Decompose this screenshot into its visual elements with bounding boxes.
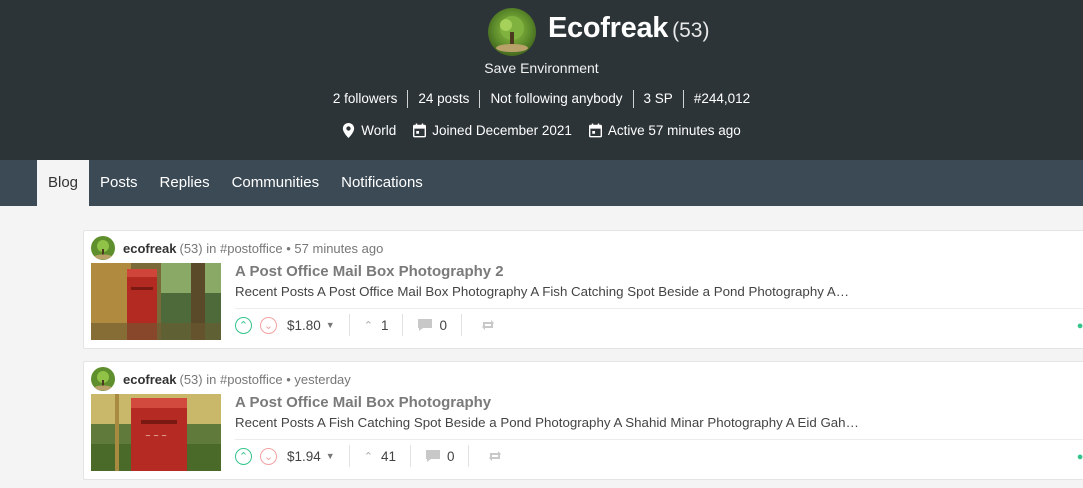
divider bbox=[348, 445, 350, 467]
tab-communities[interactable]: Communities bbox=[221, 160, 331, 206]
profile-name-row: Ecofreak (53) bbox=[548, 12, 709, 45]
votes-count[interactable]: ⌃ 41 bbox=[364, 449, 396, 464]
upvote-icon[interactable]: ⌃ bbox=[235, 316, 252, 334]
divider bbox=[402, 314, 404, 336]
tab-posts[interactable]: Posts bbox=[89, 160, 149, 206]
profile-stats: 2 followers 24 posts Not following anybo… bbox=[0, 90, 1083, 108]
post-thumbnail[interactable]: ~ ~ ~ bbox=[91, 394, 221, 471]
post-feed: ecofreak (53) in #postoffice • 57 minute… bbox=[83, 230, 1083, 488]
rank: #244,012 bbox=[682, 90, 760, 108]
comments-value: 0 bbox=[446, 448, 455, 464]
caret-down-icon: ▼ bbox=[325, 451, 335, 461]
joined: Joined December 2021 bbox=[413, 123, 572, 138]
community-link[interactable]: #postoffice bbox=[220, 372, 283, 387]
location: World bbox=[342, 123, 396, 138]
joined-text: Joined December 2021 bbox=[432, 123, 572, 138]
divider bbox=[409, 445, 411, 467]
post-summary[interactable]: Recent Posts A Post Office Mail Box Phot… bbox=[235, 284, 849, 299]
tab-blog[interactable]: Blog bbox=[37, 160, 90, 206]
post-title[interactable]: A Post Office Mail Box Photography 2 bbox=[235, 263, 504, 280]
downvote-icon[interactable]: ⌄ bbox=[260, 447, 277, 465]
votes-value: 41 bbox=[380, 448, 396, 464]
community-link[interactable]: #postoffice bbox=[220, 241, 283, 256]
profile-reputation: (53) bbox=[672, 19, 710, 42]
reblog-icon bbox=[489, 451, 502, 461]
divider bbox=[235, 308, 1083, 309]
divider bbox=[348, 314, 350, 336]
in-label: in bbox=[206, 240, 217, 256]
calendar-icon bbox=[588, 123, 602, 138]
comments-link[interactable]: 0 bbox=[425, 448, 455, 464]
svg-text:~ ~ ~: ~ ~ ~ bbox=[145, 432, 167, 440]
author-reputation: (53) bbox=[179, 371, 203, 387]
chevron-up-icon: ⌃ bbox=[363, 319, 373, 332]
comments-link[interactable]: 0 bbox=[417, 318, 447, 333]
post-time[interactable]: • 57 minutes ago bbox=[286, 241, 383, 256]
post-thumbnail[interactable] bbox=[91, 263, 221, 340]
payout-value: $1.94 bbox=[287, 448, 321, 464]
post-time[interactable]: • yesterday bbox=[286, 372, 351, 387]
reblog-icon bbox=[481, 320, 494, 330]
divider bbox=[468, 445, 470, 467]
comment-icon bbox=[418, 319, 433, 331]
comment-icon bbox=[425, 450, 440, 462]
calendar-icon bbox=[413, 123, 427, 138]
votes-value: 1 bbox=[380, 317, 389, 333]
in-label: in bbox=[206, 371, 217, 387]
followers-link[interactable]: 2 followers bbox=[323, 90, 408, 108]
post-header: ecofreak (53) in #postoffice • yesterday bbox=[91, 367, 351, 391]
caret-down-icon: ▼ bbox=[325, 320, 335, 330]
payout-value: $1.80 bbox=[287, 317, 321, 333]
location-text: World bbox=[361, 123, 397, 138]
chevron-up-icon: ⌃ bbox=[363, 450, 373, 463]
votes-count[interactable]: ⌃ 1 bbox=[364, 318, 389, 333]
author-avatar[interactable] bbox=[91, 236, 115, 260]
post-summary[interactable]: Recent Posts A Fish Catching Spot Beside… bbox=[235, 415, 859, 430]
avatar[interactable] bbox=[488, 8, 536, 56]
upvote-icon[interactable]: ⌃ bbox=[235, 447, 252, 465]
profile-tabs: Blog Posts Replies Communities Notificat… bbox=[0, 160, 1083, 206]
reblog-button[interactable] bbox=[480, 318, 496, 332]
post-actions: ⌃ ⌄ $1.80 ▼ ⌃ 1 0 bbox=[235, 313, 496, 337]
more-icon[interactable]: ●● bbox=[1077, 320, 1083, 332]
active-text: Active 57 minutes ago bbox=[607, 123, 741, 138]
profile-header: Ecofreak (53) Save Environment 2 follower… bbox=[0, 0, 1083, 160]
post-card: ecofreak (53) in #postoffice • yesterday… bbox=[83, 361, 1083, 480]
profile-name: Ecofreak bbox=[548, 12, 669, 44]
steem-power: 3 SP bbox=[632, 90, 683, 108]
payout-dropdown[interactable]: $1.80 ▼ bbox=[287, 318, 335, 333]
profile-meta: World Joined December 2021 Active 57 min… bbox=[0, 123, 1083, 138]
author-avatar[interactable] bbox=[91, 367, 115, 391]
tab-replies[interactable]: Replies bbox=[149, 160, 221, 206]
last-active: Active 57 minutes ago bbox=[588, 123, 741, 138]
post-card: ecofreak (53) in #postoffice • 57 minute… bbox=[83, 230, 1083, 349]
divider bbox=[235, 439, 1083, 440]
author-reputation: (53) bbox=[179, 240, 203, 256]
payout-dropdown[interactable]: $1.94 ▼ bbox=[287, 449, 335, 464]
posts-count: 24 posts bbox=[407, 90, 479, 108]
post-header: ecofreak (53) in #postoffice • 57 minute… bbox=[91, 236, 383, 260]
author-name[interactable]: ecofreak bbox=[123, 372, 176, 387]
reblog-button[interactable] bbox=[487, 449, 503, 463]
post-actions: ⌃ ⌄ $1.94 ▼ ⌃ 41 0 bbox=[235, 444, 503, 468]
more-icon[interactable]: ●● bbox=[1077, 451, 1083, 463]
post-title[interactable]: A Post Office Mail Box Photography bbox=[235, 394, 491, 411]
downvote-icon[interactable]: ⌄ bbox=[260, 316, 277, 334]
profile-about: Save Environment bbox=[484, 60, 599, 76]
author-name[interactable]: ecofreak bbox=[123, 241, 176, 256]
following-link[interactable]: Not following anybody bbox=[479, 90, 632, 108]
tab-notifications[interactable]: Notifications bbox=[330, 160, 434, 206]
divider bbox=[460, 314, 462, 336]
location-pin-icon bbox=[343, 123, 355, 138]
comments-value: 0 bbox=[439, 317, 447, 333]
